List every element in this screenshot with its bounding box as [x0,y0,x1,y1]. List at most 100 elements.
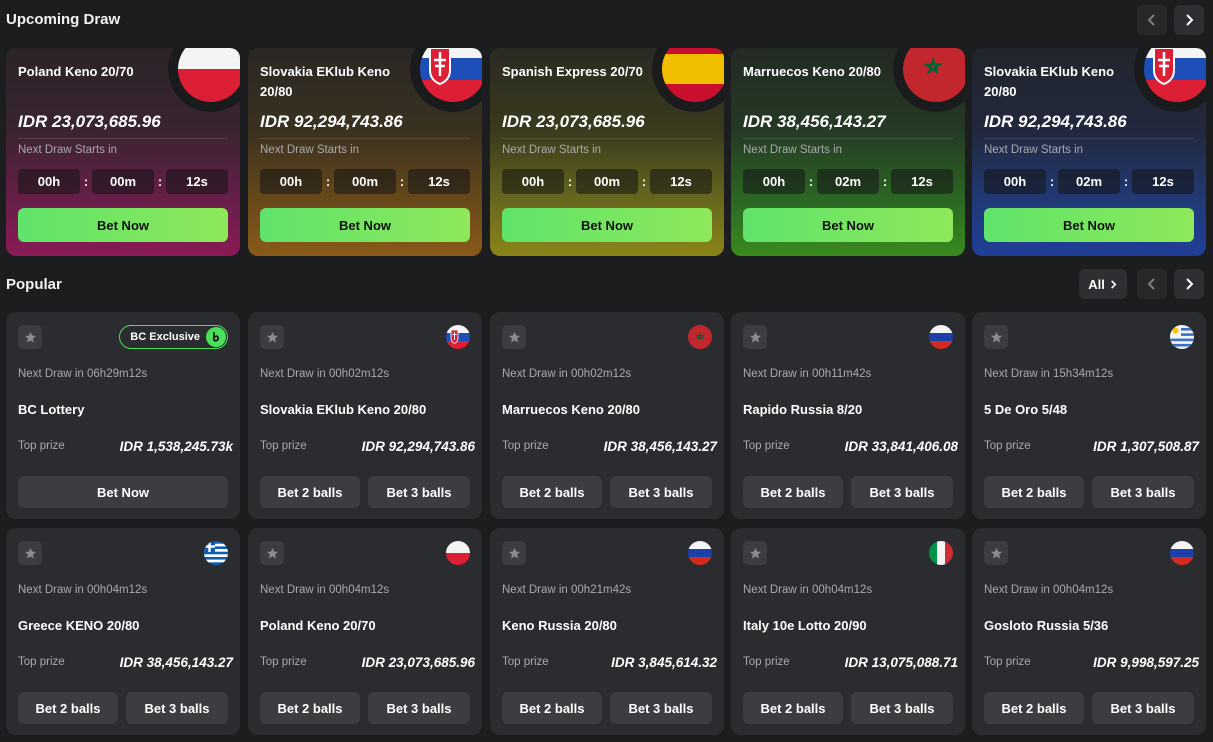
timer-minutes: 02m [1058,169,1120,194]
bet-now-button[interactable]: Bet Now [18,208,228,242]
exclusive-label: BC Exclusive [130,331,200,343]
favorite-button[interactable] [743,541,767,565]
upcoming-prev-button[interactable] [1137,5,1167,35]
bet-3-balls-button[interactable]: Bet 3 balls [610,476,712,508]
game-name: Rapido Russia 8/20 [743,402,863,417]
favorite-button[interactable] [18,541,42,565]
favorite-button[interactable] [984,325,1008,349]
favorite-button[interactable] [260,541,284,565]
bet-3-balls-button[interactable]: Bet 3 balls [368,692,470,724]
star-icon [266,331,278,343]
timer-seconds: 12s [891,169,953,194]
draw-name: Poland Keno 20/70 [18,64,134,79]
top-prize-value: IDR 1,538,245.73k [119,439,233,454]
popular-game-card: Next Draw in 00h04m12s Poland Keno 20/70… [248,528,482,735]
italy-flag-icon [929,541,953,565]
next-draw-text: Next Draw in 00h02m12s [502,368,632,380]
popular-next-button[interactable] [1174,269,1204,299]
next-draw-label: Next Draw Starts in [18,144,118,156]
top-prize-label: Top prize [743,656,790,668]
top-prize-label: Top prize [502,440,549,452]
bet-now-button[interactable]: Bet Now [260,208,470,242]
bc-exclusive-badge: BC Exclusive [119,325,228,349]
game-name: BC Lottery [18,402,85,417]
bet-2-balls-button[interactable]: Bet 2 balls [743,692,843,724]
timer-hours: 00h [743,169,805,194]
popular-header: Popular All [0,266,1213,302]
all-button[interactable]: All [1079,269,1127,299]
bet-3-balls-button[interactable]: Bet 3 balls [1092,692,1194,724]
bet-2-balls-button[interactable]: Bet 2 balls [502,476,602,508]
bet-3-balls-button[interactable]: Bet 3 balls [610,692,712,724]
countdown-timer: 00h: 00m: 12s [502,169,712,194]
next-draw-text: Next Draw in 00h04m12s [18,584,148,596]
divider [260,138,470,139]
top-prize-label: Top prize [260,656,307,668]
jackpot-amount: IDR 92,294,743.86 [984,112,1127,131]
top-prize-value: IDR 1,307,508.87 [1093,439,1199,454]
upcoming-card: Spanish Express 20/70 IDR 23,073,685.96 … [490,48,724,256]
slovakia-flag-icon [446,325,470,349]
popular-game-card: Next Draw in 00h04m12s Gosloto Russia 5/… [972,528,1206,735]
bet-3-balls-button[interactable]: Bet 3 balls [851,692,953,724]
upcoming-next-button[interactable] [1174,5,1204,35]
bet-3-balls-button[interactable]: Bet 3 balls [368,476,470,508]
timer-minutes: 00m [92,169,154,194]
countdown-timer: 00h: 00m: 12s [260,169,470,194]
next-draw-text: Next Draw in 06h29m12s [18,368,148,380]
bet-now-button[interactable]: Bet Now [984,208,1194,242]
bet-2-balls-button[interactable]: Bet 2 balls [502,692,602,724]
bet-3-balls-button[interactable]: Bet 3 balls [1092,476,1194,508]
game-name: 5 De Oro 5/48 [984,402,1068,417]
favorite-button[interactable] [18,325,42,349]
top-prize-value: IDR 38,456,143.27 [119,655,233,670]
top-prize-value: IDR 92,294,743.86 [361,439,475,454]
bet-2-balls-button[interactable]: Bet 2 balls [743,476,843,508]
top-prize-value: IDR 9,998,597.25 [1093,655,1199,670]
favorite-button[interactable] [260,325,284,349]
top-prize-label: Top prize [984,440,1031,452]
bet-now-button[interactable]: Bet Now [18,476,228,508]
next-draw-text: Next Draw in 00h21m42s [502,584,632,596]
bet-2-balls-button[interactable]: Bet 2 balls [984,476,1084,508]
chevron-right-icon [1110,279,1117,289]
popular-game-card: Next Draw in 00h21m42s Keno Russia 20/80… [490,528,724,735]
favorite-button[interactable] [984,541,1008,565]
next-draw-text: Next Draw in 00h04m12s [260,584,390,596]
bet-2-balls-button[interactable]: Bet 2 balls [260,692,360,724]
top-prize-label: Top prize [18,656,65,668]
game-name: Italy 10e Lotto 20/90 [743,618,867,633]
game-name: Marruecos Keno 20/80 [502,402,641,417]
popular-prev-button[interactable] [1137,269,1167,299]
star-icon [508,331,520,343]
timer-seconds: 12s [166,169,228,194]
bet-3-balls-button[interactable]: Bet 3 balls [851,476,953,508]
bet-now-button[interactable]: Bet Now [743,208,953,242]
next-draw-text: Next Draw in 15h34m12s [984,368,1114,380]
favorite-button[interactable] [502,325,526,349]
game-name: Greece KENO 20/80 [18,618,140,633]
divider [18,138,228,139]
top-prize-label: Top prize [743,440,790,452]
top-prize-value: IDR 38,456,143.27 [603,439,717,454]
bet-2-balls-button[interactable]: Bet 2 balls [260,476,360,508]
upcoming-card: Marruecos Keno 20/80 IDR 38,456,143.27 N… [731,48,965,256]
game-name: Poland Keno 20/70 [260,618,376,633]
favorite-button[interactable] [502,541,526,565]
chevron-left-icon [1147,278,1155,290]
star-icon [990,331,1002,343]
upcoming-card: Slovakia EKlub Keno 20/80 IDR 92,294,743… [248,48,482,256]
top-prize-label: Top prize [18,440,65,452]
bet-2-balls-button[interactable]: Bet 2 balls [18,692,118,724]
popular-game-card: Next Draw in 00h04m12s Italy 10e Lotto 2… [731,528,965,735]
upcoming-header: Upcoming Draw [0,0,1213,36]
jackpot-amount: IDR 38,456,143.27 [743,112,886,131]
bet-2-balls-button[interactable]: Bet 2 balls [984,692,1084,724]
bet-3-balls-button[interactable]: Bet 3 balls [126,692,228,724]
favorite-button[interactable] [743,325,767,349]
draw-name: Spanish Express 20/70 [502,64,643,79]
bet-now-button[interactable]: Bet Now [502,208,712,242]
top-prize-value: IDR 13,075,088.71 [844,655,958,670]
morocco-flag-icon [688,325,712,349]
star-icon [508,547,520,559]
